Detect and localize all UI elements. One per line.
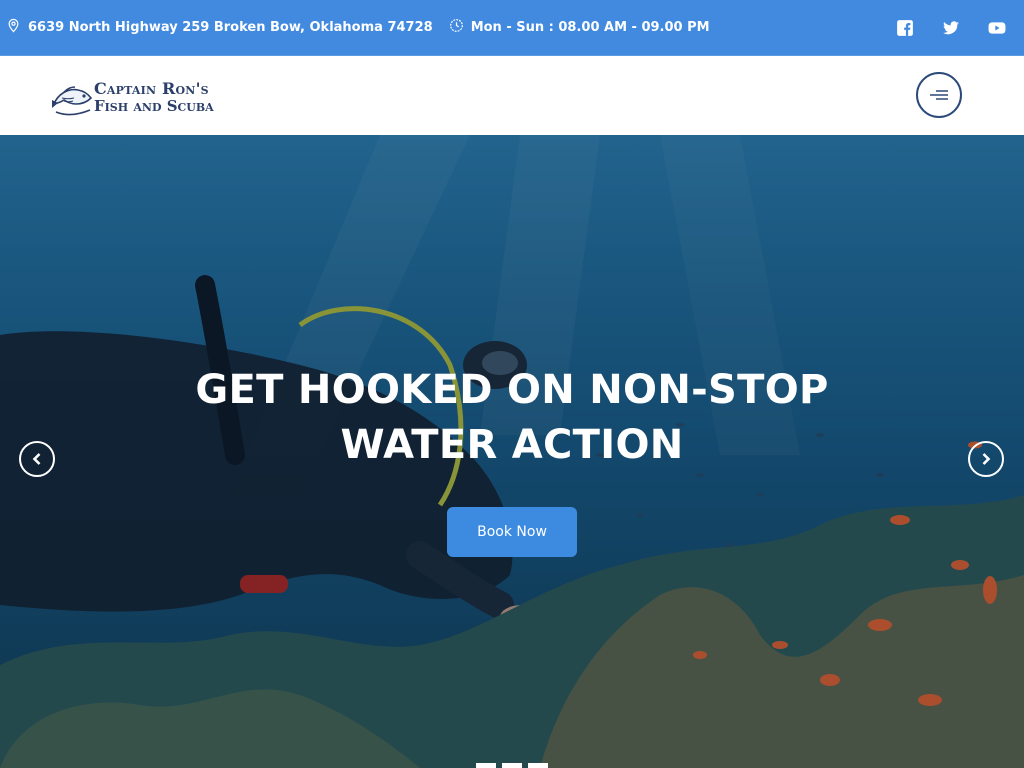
slider-dot[interactable] [476, 763, 496, 768]
menu-toggle-button[interactable] [916, 72, 962, 118]
facebook-icon[interactable] [896, 19, 914, 37]
hamburger-menu-icon [930, 90, 948, 100]
hours-info: Mon - Sun : 08.00 AM - 09.00 PM [449, 18, 710, 37]
clock-icon [449, 18, 471, 37]
slider-next-button[interactable] [968, 441, 1004, 477]
slider-pagination [476, 763, 548, 768]
location-pin-icon [6, 18, 28, 37]
hero-headline: GET HOOKED ON NON-STOP WATER ACTION [195, 367, 829, 468]
site-header: Captain Ron's Fish and Scuba [0, 56, 1024, 135]
logo-line-1: Captain Ron's [94, 78, 209, 98]
slider-prev-button[interactable] [19, 441, 55, 477]
hours-text: Mon - Sun : 08.00 AM - 09.00 PM [470, 20, 710, 35]
address-text: 6639 North Highway 259 Broken Bow, Oklah… [28, 20, 433, 35]
chevron-left-icon [32, 453, 41, 465]
slider-dot[interactable] [502, 763, 522, 768]
social-links [896, 0, 1006, 56]
logo-line-2: Fish and Scuba [94, 96, 214, 115]
slider-dot[interactable] [528, 763, 548, 768]
book-now-button[interactable]: Book Now [447, 507, 577, 557]
hero-slider: GET HOOKED ON NON-STOP WATER ACTION Book… [0, 135, 1024, 768]
twitter-icon[interactable] [942, 19, 960, 37]
chevron-right-icon [982, 453, 991, 465]
address-info: 6639 North Highway 259 Broken Bow, Oklah… [6, 18, 433, 37]
youtube-icon[interactable] [988, 19, 1006, 37]
fish-logo-icon [52, 86, 93, 116]
site-logo[interactable]: Captain Ron's Fish and Scuba [50, 74, 225, 120]
top-info-bar: 6639 North Highway 259 Broken Bow, Oklah… [0, 0, 1024, 56]
